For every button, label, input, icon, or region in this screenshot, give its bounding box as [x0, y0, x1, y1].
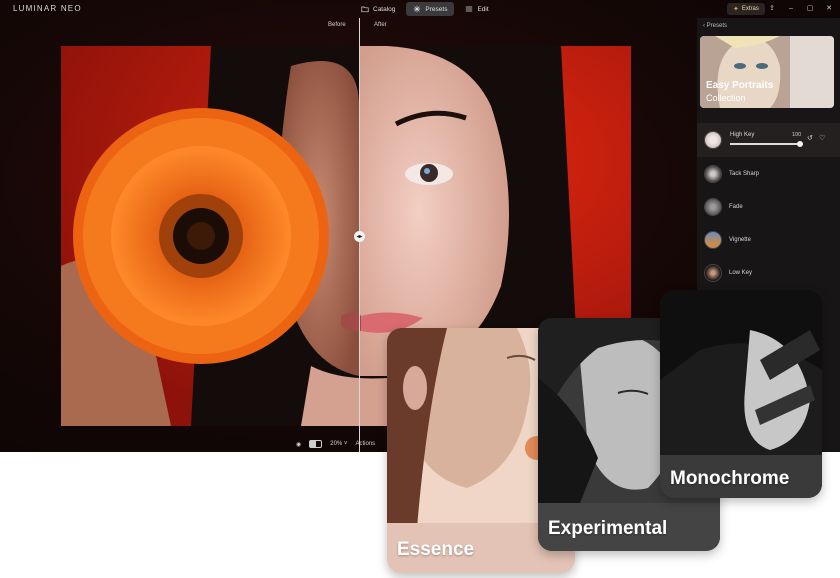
eye-icon[interactable]: ◉	[296, 441, 301, 448]
compare-handle-icon[interactable]: ◂▸	[354, 231, 365, 242]
zoom-value: 20%	[330, 441, 343, 447]
sliders-icon	[466, 6, 473, 12]
extras-button[interactable]: ✦ Extras	[727, 3, 765, 15]
slider-knob[interactable]	[797, 141, 803, 147]
preset-low-key[interactable]: Low Key	[697, 256, 840, 289]
monochrome-image	[660, 290, 822, 498]
card-label: Essence	[397, 539, 475, 560]
tab-edit-label: Edit	[477, 5, 489, 13]
preset-label: High Key	[730, 132, 755, 138]
actions-button[interactable]: Actions	[355, 441, 375, 447]
slider-fill	[730, 143, 800, 145]
tab-edit[interactable]: Edit	[458, 2, 495, 16]
main-nav: Catalog Presets Edit	[354, 2, 496, 16]
preset-thumbnail	[704, 230, 722, 249]
top-bar: LUMINAR NEO Catalog Presets Edit ✦ Extra…	[0, 0, 840, 18]
preset-high-key[interactable]: High Key 100 ↺ ♡	[697, 123, 840, 157]
preset-list: High Key 100 ↺ ♡ Tack Sharp Fade Vignett…	[697, 123, 840, 289]
preset-label: Tack Sharp	[729, 170, 760, 177]
preset-card-monochrome[interactable]: Monochrome	[660, 290, 822, 498]
tab-catalog-label: Catalog	[373, 5, 396, 13]
share-icon[interactable]: ⇪	[767, 3, 777, 13]
preset-tack-sharp[interactable]: Tack Sharp	[697, 157, 840, 190]
collection-title: Easy Portraits	[706, 80, 774, 91]
preset-fade[interactable]: Fade	[697, 190, 840, 223]
tab-catalog[interactable]: Catalog	[354, 2, 402, 16]
tab-presets[interactable]: Presets	[406, 2, 455, 16]
extras-icon: ✦	[733, 6, 739, 13]
extras-label: Extras	[741, 6, 759, 12]
after-label: After	[374, 22, 387, 28]
card-label: Monochrome	[670, 468, 790, 489]
preset-label: Low Key	[729, 269, 753, 276]
close-icon[interactable]: ✕	[824, 3, 834, 13]
back-to-presets-link[interactable]: ‹ Presets	[703, 23, 727, 29]
preset-label: Fade	[729, 203, 743, 210]
zoom-select[interactable]: 20% ˅	[330, 441, 347, 447]
compare-toggle-icon[interactable]	[309, 440, 323, 448]
collection-card[interactable]: Easy Portraits Collection	[700, 36, 834, 108]
minimize-icon[interactable]: –	[786, 3, 796, 13]
bottom-toolbar: ◉ 20% ˅ Actions	[296, 438, 375, 450]
preset-amount-slider[interactable]	[730, 141, 803, 147]
heart-icon[interactable]: ♡	[819, 134, 825, 142]
before-label: Before	[328, 22, 346, 28]
preset-vignette[interactable]: Vignette	[697, 223, 840, 256]
folder-icon	[361, 6, 369, 13]
back-label: Presets	[706, 23, 728, 29]
preset-thumbnail	[704, 131, 722, 149]
undo-icon[interactable]: ↺	[807, 134, 813, 142]
app-logo: LUMINAR NEO	[13, 4, 82, 13]
preset-thumbnail	[704, 164, 722, 183]
tab-presets-label: Presets	[425, 5, 448, 13]
preset-thumbnail	[704, 197, 722, 216]
preset-label: Vignette	[729, 236, 751, 243]
chevron-left-icon: ‹	[703, 23, 705, 29]
maximize-icon[interactable]: ▢	[805, 3, 815, 13]
card-label: Experimental	[548, 518, 668, 539]
preset-amount: 100	[792, 132, 802, 138]
presets-icon	[414, 5, 421, 13]
preset-thumbnail	[704, 263, 722, 282]
collection-subtitle: Collection	[706, 93, 746, 103]
